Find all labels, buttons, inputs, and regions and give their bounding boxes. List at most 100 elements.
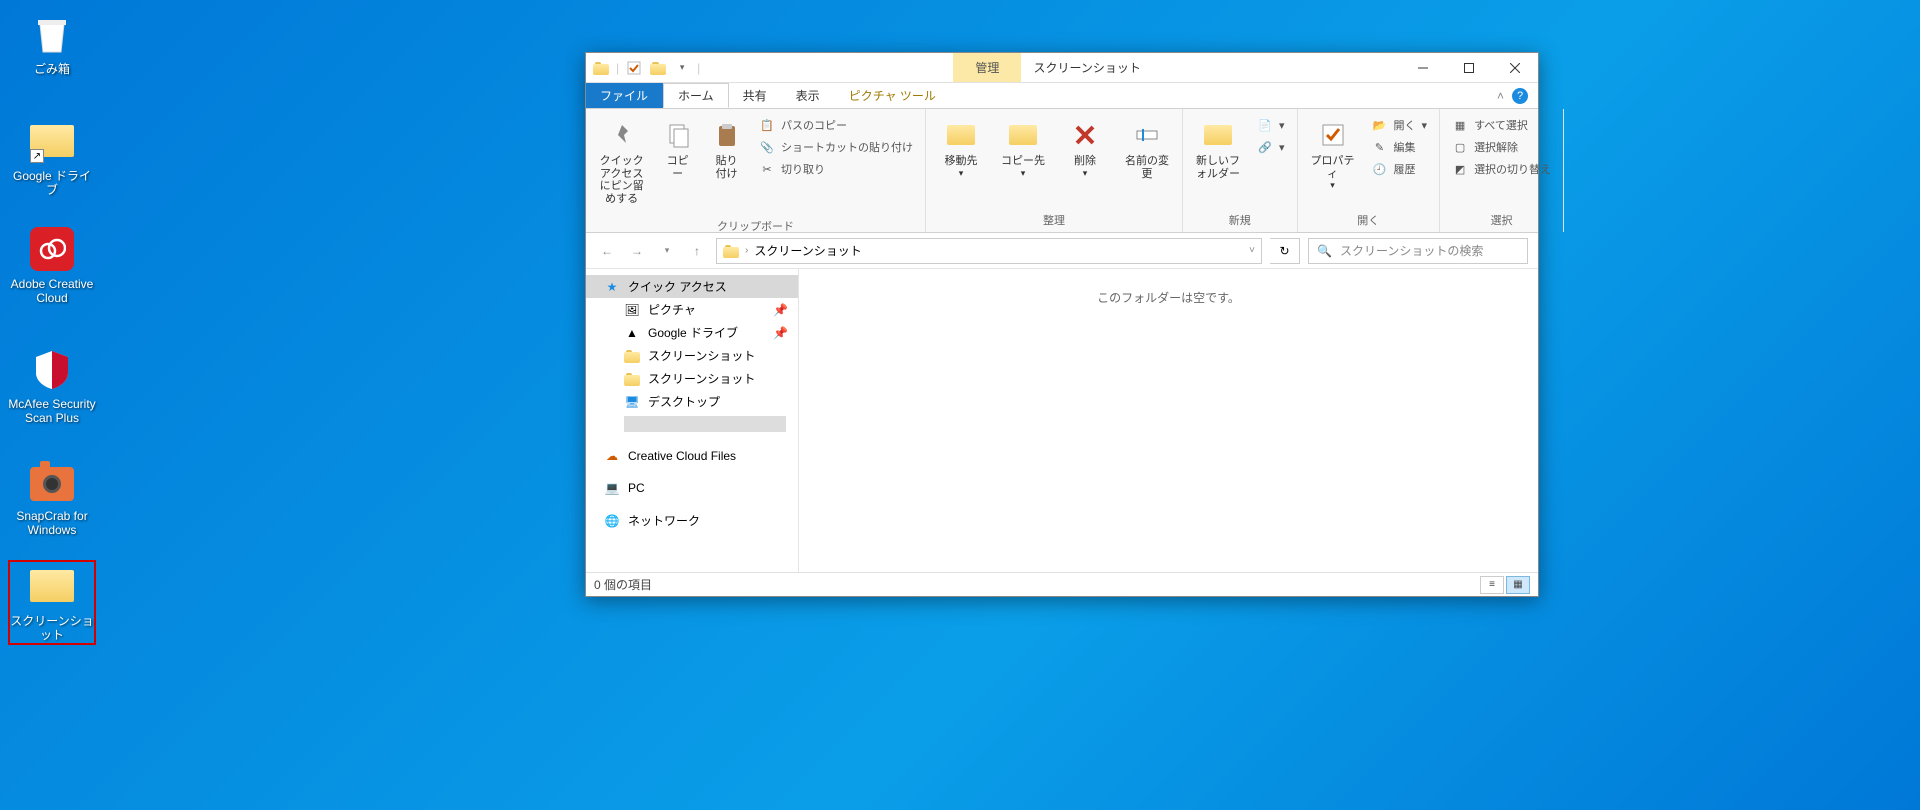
chevron-right-icon: ›	[745, 245, 748, 256]
pictures-icon: 🖼	[624, 302, 640, 318]
new-folder-icon	[1202, 119, 1234, 151]
edit-button[interactable]: ✎編集	[1366, 137, 1434, 157]
cut-button[interactable]: ✂切り取り	[753, 159, 919, 179]
item-count: 0 個の項目	[594, 576, 652, 593]
open-button[interactable]: 📂開く▾	[1366, 115, 1434, 135]
rename-button[interactable]: 名前の変更	[1118, 115, 1176, 184]
address-bar[interactable]: › スクリーンショット ˅	[716, 238, 1262, 264]
snapcrab-icon	[28, 457, 76, 505]
move-to-button[interactable]: 移動先▾	[932, 115, 990, 182]
contextual-tab-header[interactable]: 管理	[953, 53, 1021, 82]
shortcut-icon: 📎	[759, 139, 775, 155]
tab-share[interactable]: 共有	[729, 83, 782, 108]
status-bar: 0 個の項目 ≡ ▦	[586, 572, 1538, 596]
desktop-icon-mcafee[interactable]: McAfee Security Scan Plus	[8, 345, 96, 426]
close-button[interactable]	[1492, 53, 1538, 82]
desktop-icon-label: SnapCrab for Windows	[8, 509, 96, 538]
paste-button[interactable]: 貼り付け	[704, 115, 749, 184]
folder-icon[interactable]	[592, 59, 610, 77]
open-icon: 📂	[1372, 117, 1388, 133]
back-button[interactable]: ←	[596, 240, 618, 262]
delete-button[interactable]: 削除▾	[1056, 115, 1114, 182]
nav-screenshots[interactable]: スクリーンショット	[586, 344, 798, 367]
new-item-button[interactable]: 📄▾	[1251, 115, 1291, 135]
help-icon[interactable]: ?	[1512, 88, 1528, 104]
network-icon: 🌐	[604, 513, 620, 529]
history-button[interactable]: 🕘履歴	[1366, 159, 1434, 179]
folder-icon[interactable]	[649, 59, 667, 77]
nav-desktop[interactable]: 🖥 デスクトップ	[586, 390, 798, 413]
file-list-view[interactable]: このフォルダーは空です。	[799, 269, 1538, 572]
desktop-icon-folder-shortcut[interactable]: ↗Google ドライブ	[8, 117, 96, 198]
nav-pictures[interactable]: 🖼 ピクチャ 📌	[586, 298, 798, 321]
move-to-icon	[945, 119, 977, 151]
recent-locations-button[interactable]: ▾	[656, 240, 678, 262]
desktop-icon-adobe[interactable]: Adobe Creative Cloud	[8, 225, 96, 306]
nav-quick-access[interactable]: ★ クイック アクセス	[586, 275, 798, 298]
ribbon-group-selection: 選択	[1440, 210, 1563, 232]
select-none-button[interactable]: ▢選択解除	[1446, 137, 1557, 157]
icons-view-button[interactable]: ▦	[1506, 576, 1530, 594]
invert-selection-button[interactable]: ◩選択の切り替え	[1446, 159, 1557, 179]
properties-icon	[1317, 119, 1349, 151]
ribbon-group-open: 開く	[1298, 210, 1440, 232]
copy-button[interactable]: コピー	[655, 115, 700, 184]
forward-button[interactable]: →	[626, 240, 648, 262]
up-button[interactable]: ↑	[686, 240, 708, 262]
nav-network[interactable]: 🌐 ネットワーク	[586, 509, 798, 532]
desktop-icon-snapcrab[interactable]: SnapCrab for Windows	[8, 457, 96, 538]
desktop-icon-folder[interactable]: スクリーンショット	[8, 560, 96, 645]
pin-to-quick-access-button[interactable]: クイック アクセスにピン留めする	[592, 115, 651, 210]
collapse-ribbon-icon[interactable]: ˄	[1497, 89, 1504, 103]
minimize-button[interactable]	[1400, 53, 1446, 82]
search-icon: 🔍	[1317, 244, 1332, 258]
invert-selection-icon: ◩	[1452, 161, 1468, 177]
adobe-icon	[28, 225, 76, 273]
edit-icon: ✎	[1372, 139, 1388, 155]
new-item-icon: 📄	[1257, 117, 1273, 133]
desktop-icon-label: McAfee Security Scan Plus	[8, 397, 96, 426]
ribbon-group-new: 新規	[1183, 210, 1297, 232]
dropdown-icon[interactable]: ▾	[673, 59, 691, 77]
tab-file[interactable]: ファイル	[586, 83, 663, 108]
easy-access-button[interactable]: 🔗▾	[1251, 137, 1291, 157]
empty-folder-text: このフォルダーは空です。	[1097, 289, 1240, 306]
pin-icon: 📌	[773, 303, 788, 317]
properties-button[interactable]: プロパティ▾	[1304, 115, 1362, 195]
paste-icon	[711, 119, 743, 151]
details-view-button[interactable]: ≡	[1480, 576, 1504, 594]
explorer-window: | ▾ | 管理 スクリーンショット ファイル ホーム 共有 表示 ピクチャ ツ…	[585, 52, 1539, 597]
nav-google-drive[interactable]: ▲ Google ドライブ 📌	[586, 321, 798, 344]
copy-to-icon	[1007, 119, 1039, 151]
desktop-icon-label: ごみ箱	[34, 62, 70, 76]
checkbox-icon[interactable]	[625, 59, 643, 77]
pc-icon: 💻	[604, 480, 620, 496]
navigation-pane: ★ クイック アクセス 🖼 ピクチャ 📌 ▲ Google ドライブ 📌 スクリ…	[586, 269, 799, 572]
nav-creative-cloud[interactable]: ☁ Creative Cloud Files	[586, 445, 798, 467]
desktop-icon-label: スクリーンショット	[10, 614, 94, 643]
copy-path-button[interactable]: 📋パスのコピー	[753, 115, 919, 135]
breadcrumb[interactable]: スクリーンショット	[754, 242, 861, 259]
rename-icon	[1131, 119, 1163, 151]
select-all-icon: ▦	[1452, 117, 1468, 133]
tab-home[interactable]: ホーム	[663, 83, 729, 108]
select-all-button[interactable]: ▦すべて選択	[1446, 115, 1557, 135]
nav-pc[interactable]: 💻 PC	[586, 477, 798, 499]
pin-icon: 📌	[773, 326, 788, 340]
tab-picture-tools[interactable]: ピクチャ ツール	[835, 83, 951, 108]
tab-view[interactable]: 表示	[782, 83, 835, 108]
maximize-button[interactable]	[1446, 53, 1492, 82]
desktop-icon-recycle[interactable]: ごみ箱	[8, 10, 96, 76]
chevron-down-icon[interactable]: ˅	[1249, 245, 1255, 256]
paste-shortcut-button[interactable]: 📎ショートカットの貼り付け	[753, 137, 919, 157]
refresh-button[interactable]: ↻	[1270, 238, 1300, 264]
folder-icon	[28, 562, 76, 610]
ribbon-group-organize: 整理	[926, 210, 1182, 232]
nav-screenshots[interactable]: スクリーンショット	[586, 367, 798, 390]
copy-to-button[interactable]: コピー先▾	[994, 115, 1052, 182]
history-icon: 🕘	[1372, 161, 1388, 177]
search-input[interactable]: 🔍 スクリーンショットの検索	[1308, 238, 1528, 264]
desktop-icon: 🖥	[624, 394, 640, 410]
new-folder-button[interactable]: 新しいフォルダー	[1189, 115, 1247, 184]
content-area: ★ クイック アクセス 🖼 ピクチャ 📌 ▲ Google ドライブ 📌 スクリ…	[586, 269, 1538, 572]
